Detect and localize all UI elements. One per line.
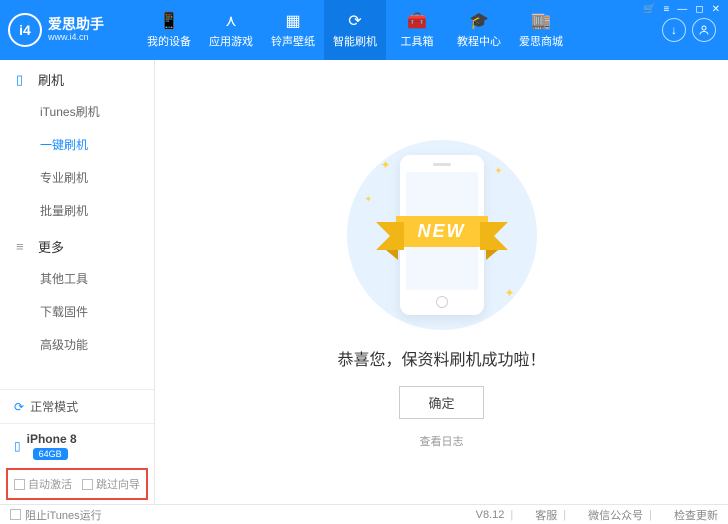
close-button[interactable]: ✕ (712, 4, 720, 15)
sparkle-icon: ✦ (494, 166, 502, 177)
support-link[interactable]: 客服 (535, 507, 557, 523)
nav-label: 智能刷机 (333, 33, 377, 49)
sidebar: ▯ 刷机 iTunes刷机 一键刷机 专业刷机 批量刷机 ≡ 更多 其他工具 下… (0, 60, 155, 504)
cart-icon[interactable]: 🛒 (643, 4, 655, 15)
sparkle-icon: ✦ (365, 194, 373, 205)
phone-icon: ▯ (16, 72, 32, 88)
nav-flash[interactable]: ⟳ 智能刷机 (324, 0, 386, 60)
sidebar-item-oneclick-flash[interactable]: 一键刷机 (0, 128, 154, 161)
nav-apps[interactable]: ⋏ 应用游戏 (200, 0, 262, 60)
main-content: ✦ ✦ ✦ ✦ NEW 恭喜您，保资料刷机成功啦！ 确定 查看日志 (155, 60, 728, 504)
device-icon: 📱 (159, 11, 179, 31)
status-text: 正常模式 (30, 398, 78, 415)
minimize-button[interactable]: — (677, 4, 687, 15)
flash-icon: ⟳ (345, 11, 365, 31)
success-message: 恭喜您，保资料刷机成功啦！ (337, 346, 545, 370)
account-button[interactable] (692, 18, 716, 42)
new-ribbon: NEW (396, 216, 488, 247)
device-name: iPhone 8 (27, 432, 77, 446)
nav-label: 爱思商城 (519, 33, 563, 49)
nav-my-device[interactable]: 📱 我的设备 (138, 0, 200, 60)
nav-label: 教程中心 (457, 33, 501, 49)
highlighted-options: 自动激活 跳过向导 (6, 468, 148, 500)
menu-icon[interactable]: ≡ (663, 4, 669, 15)
sidebar-group-flash[interactable]: ▯ 刷机 (0, 60, 154, 95)
sidebar-group-more[interactable]: ≡ 更多 (0, 227, 154, 262)
checkbox-label: 自动激活 (28, 476, 72, 492)
phone-small-icon: ▯ (14, 439, 21, 453)
nav-label: 铃声壁纸 (271, 33, 315, 49)
sidebar-item-batch-flash[interactable]: 批量刷机 (0, 194, 154, 227)
sidebar-item-advanced[interactable]: 高级功能 (0, 328, 154, 361)
apps-icon: ⋏ (221, 11, 241, 31)
sparkle-icon: ✦ (381, 158, 391, 172)
ringtone-icon: ▦ (283, 11, 303, 31)
logo[interactable]: i4 爱思助手 www.i4.cn (8, 13, 138, 47)
checkbox-label: 跳过向导 (96, 476, 140, 492)
wechat-link[interactable]: 微信公众号 (588, 507, 643, 523)
nav-store[interactable]: 🏬 爱思商城 (510, 0, 572, 60)
maximize-button[interactable]: ◻ (695, 4, 703, 15)
top-nav: 📱 我的设备 ⋏ 应用游戏 ▦ 铃声壁纸 ⟳ 智能刷机 🧰 工具箱 🎓 教程中心 🏬 爱思商城 (138, 0, 662, 60)
success-illustration: ✦ ✦ ✦ ✦ NEW (347, 140, 537, 330)
header-bar: i4 爱思助手 www.i4.cn 📱 我的设备 ⋏ 应用游戏 ▦ 铃声壁纸 ⟳ 智能刷… (0, 0, 728, 60)
download-button[interactable]: ↓ (662, 18, 686, 42)
group-title: 更多 (38, 237, 64, 256)
more-icon: ≡ (16, 239, 32, 254)
auto-activate-checkbox[interactable]: 自动激活 (14, 476, 72, 492)
version-label: V8.12 (476, 509, 505, 521)
device-info[interactable]: ▯ iPhone 8 64GB (0, 423, 154, 468)
nav-ringtones[interactable]: ▦ 铃声壁纸 (262, 0, 324, 60)
block-itunes-checkbox[interactable]: 阻止iTunes运行 (10, 507, 102, 523)
nav-tutorials[interactable]: 🎓 教程中心 (448, 0, 510, 60)
nav-label: 工具箱 (401, 33, 434, 49)
storage-badge: 64GB (33, 448, 68, 460)
app-subtitle: www.i4.cn (48, 33, 104, 43)
checkbox-label: 阻止iTunes运行 (25, 507, 102, 523)
skip-guide-checkbox[interactable]: 跳过向导 (82, 476, 140, 492)
view-log-link[interactable]: 查看日志 (420, 433, 464, 449)
store-icon: 🏬 (531, 11, 551, 31)
ok-button[interactable]: 确定 (399, 386, 483, 419)
sidebar-item-itunes-flash[interactable]: iTunes刷机 (0, 95, 154, 128)
check-update-link[interactable]: 检查更新 (674, 507, 718, 523)
nav-toolbox[interactable]: 🧰 工具箱 (386, 0, 448, 60)
sidebar-item-pro-flash[interactable]: 专业刷机 (0, 161, 154, 194)
app-title: 爱思助手 (48, 17, 104, 32)
footer-bar: 阻止iTunes运行 V8.12 | 客服 | 微信公众号 | 检查更新 (0, 504, 728, 524)
tutorial-icon: 🎓 (469, 11, 489, 31)
sparkle-icon: ✦ (504, 286, 514, 300)
sidebar-item-download-firmware[interactable]: 下载固件 (0, 295, 154, 328)
toolbox-icon: 🧰 (407, 11, 427, 31)
group-title: 刷机 (38, 70, 64, 89)
ribbon-text: NEW (396, 216, 488, 247)
logo-badge: i4 (8, 13, 42, 47)
sidebar-item-other-tools[interactable]: 其他工具 (0, 262, 154, 295)
device-mode-status[interactable]: ⟳ 正常模式 (0, 389, 154, 423)
refresh-icon: ⟳ (14, 400, 24, 414)
nav-label: 应用游戏 (209, 33, 253, 49)
nav-label: 我的设备 (147, 33, 191, 49)
